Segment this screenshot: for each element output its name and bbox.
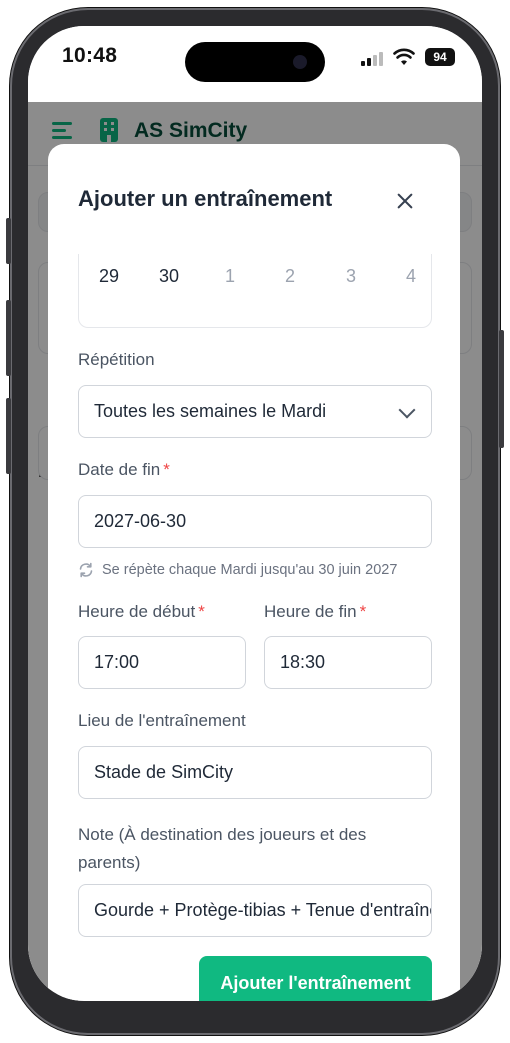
repetition-label: Répétition: [78, 350, 155, 369]
location-input[interactable]: Stade de SimCity: [78, 746, 432, 799]
calendar-day[interactable]: 3: [331, 266, 371, 287]
wifi-icon: [393, 48, 415, 65]
action-button: [6, 218, 11, 264]
dynamic-island: [185, 42, 325, 82]
repetition-value: Toutes les semaines le Mardi: [94, 401, 327, 421]
start-time-label: Heure de début *: [78, 602, 205, 622]
required-mark: *: [163, 460, 170, 479]
repetition-select[interactable]: Toutes les semaines le Mardi: [78, 385, 432, 438]
chevron-down-icon: [398, 401, 416, 419]
required-mark: *: [198, 602, 205, 621]
end-time-label: Heure de fin *: [264, 602, 366, 622]
location-label: Lieu de l'entraînement: [78, 711, 246, 730]
phone-screen: 10:48 94 AS SimCity Ajouter un entraînem…: [28, 26, 482, 1001]
required-mark: *: [359, 602, 367, 621]
volume-down-button: [6, 398, 11, 474]
volume-up-button: [6, 300, 11, 376]
modal-title: Ajouter un entraînement: [78, 186, 333, 211]
status-time: 10:48: [62, 44, 118, 67]
end-date-input[interactable]: 2027-06-30: [78, 495, 432, 548]
repeat-hint-text: Se répète chaque Mardi jusqu'au 30 juin …: [102, 562, 398, 578]
repeat-hint: Se répète chaque Mardi jusqu'au 30 juin …: [78, 562, 397, 578]
battery-icon: 94: [425, 48, 455, 66]
end-time-input[interactable]: 18:30: [264, 636, 432, 689]
calendar-day[interactable]: 2: [270, 266, 310, 287]
end-time-label-text: Heure de fin: [264, 602, 357, 621]
note-label: Note (À destination des joueurs et des p…: [78, 825, 367, 872]
end-date-label: Date de fin *: [78, 460, 170, 480]
power-button: [499, 330, 504, 448]
start-time-input[interactable]: 17:00: [78, 636, 246, 689]
calendar-day[interactable]: 1: [210, 266, 250, 287]
add-training-button[interactable]: Ajouter l'entraînement: [199, 956, 432, 1001]
calendar-day[interactable]: 4: [391, 266, 431, 287]
repeat-icon: [79, 562, 93, 578]
start-time-label-text: Heure de début: [78, 602, 196, 621]
close-icon[interactable]: [390, 186, 420, 216]
signal-icon: [361, 52, 383, 66]
calendar-day[interactable]: 30: [149, 266, 189, 287]
date-picker-calendar: 29 30 1 2 3 4: [78, 254, 432, 328]
calendar-day[interactable]: 29: [89, 266, 129, 287]
end-date-label-text: Date de fin: [78, 460, 161, 479]
note-input[interactable]: Gourde + Protège-tibias + Tenue d'entraî…: [78, 884, 432, 937]
add-training-modal: Ajouter un entraînement 29 30 1 2 3 4 Ré…: [48, 144, 460, 1001]
status-bar: 10:48 94: [28, 26, 482, 102]
